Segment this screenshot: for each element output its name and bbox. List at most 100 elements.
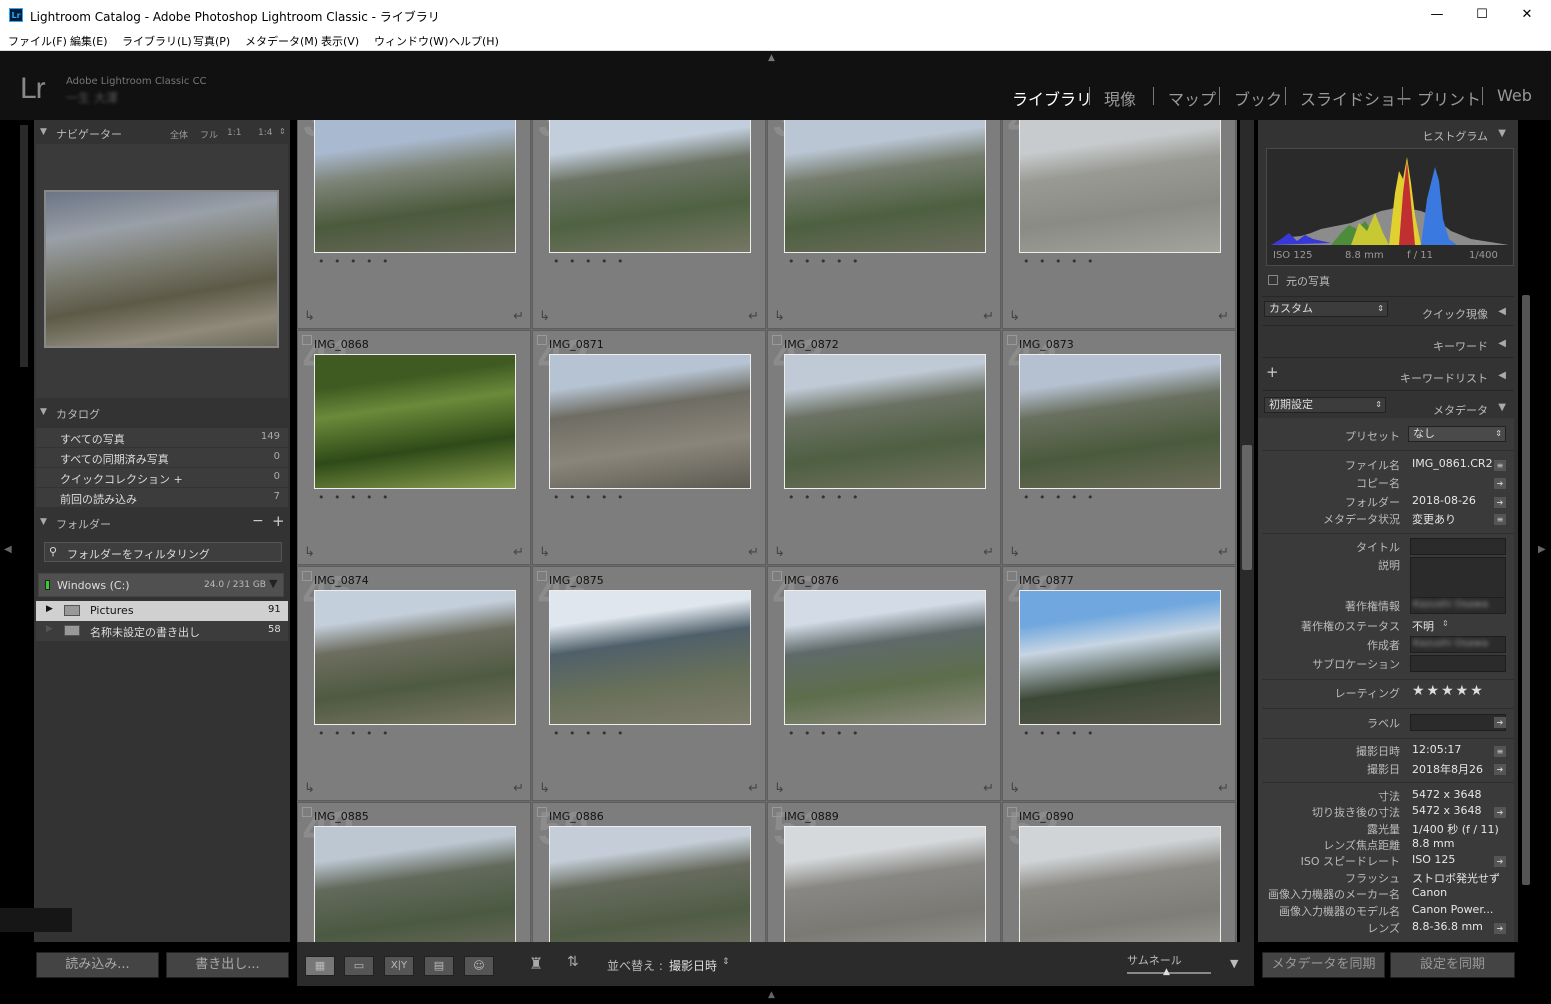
grid-scrollbar-thumb[interactable] (1242, 445, 1252, 570)
expand-triangle-icon[interactable]: ◀ (1498, 306, 1506, 317)
rating-dots[interactable]: • • • • • (788, 255, 861, 268)
module-slideshow[interactable]: スライドショー (1300, 86, 1412, 110)
right-panel-scrollbar[interactable] (1522, 295, 1530, 885)
collapse-triangle-icon[interactable]: ▼ (40, 517, 47, 527)
minimize-button[interactable]: — (1414, 0, 1460, 30)
sync-metadata-button[interactable]: メタデータを同期 (1262, 952, 1385, 978)
loupe-view-icon[interactable]: ▭ (344, 956, 374, 976)
rotate-right-icon[interactable]: ↵ (983, 545, 994, 560)
menu-window[interactable]: ウィンドウ(W) (374, 33, 448, 49)
grid-cell[interactable]: 46IMG_0875• • • • •↳↵ (532, 566, 766, 801)
flag-icon[interactable] (1007, 807, 1017, 817)
grid-cell[interactable]: 44IMG_0873• • • • •↳↵ (1002, 330, 1236, 565)
go-to-folder-icon[interactable]: ➔ (1494, 497, 1506, 508)
rotate-right-icon[interactable]: ↵ (513, 781, 524, 796)
rotate-right-icon[interactable]: ↵ (513, 309, 524, 324)
rotate-right-icon[interactable]: ↵ (513, 545, 524, 560)
grid-cell[interactable]: 49IMG_0885• • • • •↳↵ (297, 802, 531, 942)
volume-bar[interactable]: Windows (C:) 24.0 / 231 GB ▼ (38, 573, 284, 597)
photo-thumbnail[interactable] (784, 590, 986, 725)
sort-stepper-icon[interactable]: ⇕ (722, 957, 730, 967)
rating-dots[interactable]: • • • • • (788, 491, 861, 504)
photo-thumbnail[interactable] (1019, 354, 1221, 489)
rotate-left-icon[interactable]: ↳ (304, 545, 315, 560)
keyword-list-header[interactable]: キーワードリスト ◀ (1258, 364, 1514, 388)
grid-cell[interactable]: 52IMG_0890• • • • •↳↵ (1002, 802, 1236, 942)
import-button[interactable]: 読み込み... (36, 952, 159, 978)
rotate-left-icon[interactable]: ↳ (1009, 781, 1020, 796)
rotate-left-icon[interactable]: ↳ (539, 545, 550, 560)
keywording-header[interactable]: キーワード ◀ (1258, 332, 1514, 356)
zoom-fill[interactable]: フル (200, 128, 218, 141)
catalog-header[interactable]: ▼ カタログ (34, 402, 290, 426)
grid-cell[interactable]: 38IMG_0863• • • • •↳↵ (532, 120, 766, 329)
toolbar-options-icon[interactable]: ▼ (1230, 957, 1238, 970)
maximize-button[interactable]: ☐ (1459, 0, 1505, 30)
go-to-date-icon[interactable]: ➔ (1494, 764, 1506, 775)
folder-filter-input[interactable]: ⚲ フォルダーをフィルタリング (44, 542, 282, 562)
rotate-left-icon[interactable]: ↳ (774, 545, 785, 560)
iso-filter-icon[interactable]: ➔ (1494, 856, 1506, 867)
copyright-field[interactable]: Kazushi Osawa (1410, 597, 1506, 614)
filmstrip-toggle-icon[interactable]: ▲ (768, 990, 775, 1000)
rating-dots[interactable]: • • • • • (1023, 491, 1096, 504)
compare-view-icon[interactable]: X|Y (384, 956, 414, 976)
sort-value[interactable]: 撮影日時 (669, 957, 717, 974)
zoom-stepper-icon[interactable]: ⇕ (279, 127, 286, 136)
menu-metadata[interactable]: メタデータ(M) (245, 33, 318, 49)
add-folder-button[interactable]: + (272, 512, 285, 530)
grid-cell[interactable]: 39IMG_0864• • • • •↳↵ (767, 120, 1001, 329)
photo-thumbnail[interactable] (549, 120, 751, 253)
rating-dots[interactable]: • • • • • (553, 255, 626, 268)
rating-stars[interactable]: ★★★★★ (1412, 683, 1485, 699)
folder-item-export[interactable]: ▶ 名称未設定の書き出し 58 (36, 621, 288, 641)
module-library[interactable]: ライブラリ (1012, 86, 1092, 110)
flag-icon[interactable] (772, 571, 782, 581)
rating-dots[interactable]: • • • • • (1023, 255, 1096, 268)
go-to-copy-icon[interactable]: ➔ (1494, 478, 1506, 489)
label-field[interactable] (1410, 714, 1506, 731)
rotate-left-icon[interactable]: ↳ (304, 309, 315, 324)
rating-dots[interactable]: • • • • • (553, 727, 626, 740)
volume-dropdown-icon[interactable]: ▼ (269, 577, 277, 590)
navigator-preview-image[interactable] (44, 190, 279, 348)
flag-icon[interactable] (537, 335, 547, 345)
flag-icon[interactable] (537, 571, 547, 581)
collapse-triangle-icon[interactable]: ▼ (40, 407, 47, 417)
grid-cell[interactable]: 45IMG_0874• • • • •↳↵ (297, 566, 531, 801)
preset-select[interactable]: なし ⇕ (1408, 426, 1506, 442)
photo-thumbnail[interactable] (314, 590, 516, 725)
quick-develop-header[interactable]: クイック現像 ◀ (1258, 300, 1514, 324)
export-button[interactable]: 書き出し... (166, 952, 289, 978)
collapse-triangle-icon[interactable]: ▼ (40, 127, 47, 137)
rotate-right-icon[interactable]: ↵ (748, 545, 759, 560)
menu-edit[interactable]: 編集(E) (70, 33, 108, 49)
module-map[interactable]: マップ (1168, 86, 1216, 110)
menu-file[interactable]: ファイル(F) (8, 33, 67, 49)
label-menu-icon[interactable]: ➔ (1494, 717, 1506, 728)
module-book[interactable]: ブック (1234, 86, 1282, 110)
rotate-right-icon[interactable]: ↵ (983, 309, 994, 324)
top-panel-toggle-icon[interactable]: ▲ (768, 53, 775, 63)
folder-item-pictures[interactable]: ▶ Pictures 91 (36, 601, 288, 621)
metadata-status-icon[interactable]: ≡ (1494, 514, 1506, 525)
histogram-header[interactable]: ヒストグラム ▼ (1258, 122, 1514, 146)
menu-library[interactable]: ライブラリ(L) (122, 33, 192, 49)
rotate-left-icon[interactable]: ↳ (774, 781, 785, 796)
expand-triangle-icon[interactable]: ◀ (1498, 370, 1506, 381)
photo-thumbnail[interactable] (549, 590, 751, 725)
photo-thumbnail[interactable] (784, 354, 986, 489)
rotate-right-icon[interactable]: ↵ (1218, 309, 1229, 324)
grid-cell[interactable]: 40IMG_0865• • • • •↳↵ (1002, 120, 1236, 329)
filename-value[interactable]: IMG_0861.CR2 (1412, 457, 1493, 470)
painter-spray-icon[interactable]: ♜ (529, 954, 543, 973)
flag-icon[interactable] (302, 335, 312, 345)
navigator-header[interactable]: ▼ ナビゲーター 全体 フル 1:1 1:4 ⇕ (34, 122, 290, 146)
survey-view-icon[interactable]: ▤ (424, 956, 454, 976)
module-develop[interactable]: 現像 (1104, 86, 1136, 110)
photo-thumbnail[interactable] (549, 354, 751, 489)
flag-icon[interactable] (302, 807, 312, 817)
catalog-item[interactable]: 前回の読み込み 7 (36, 488, 288, 507)
expand-triangle-icon[interactable]: ▶ (46, 604, 53, 614)
flag-icon[interactable] (772, 335, 782, 345)
